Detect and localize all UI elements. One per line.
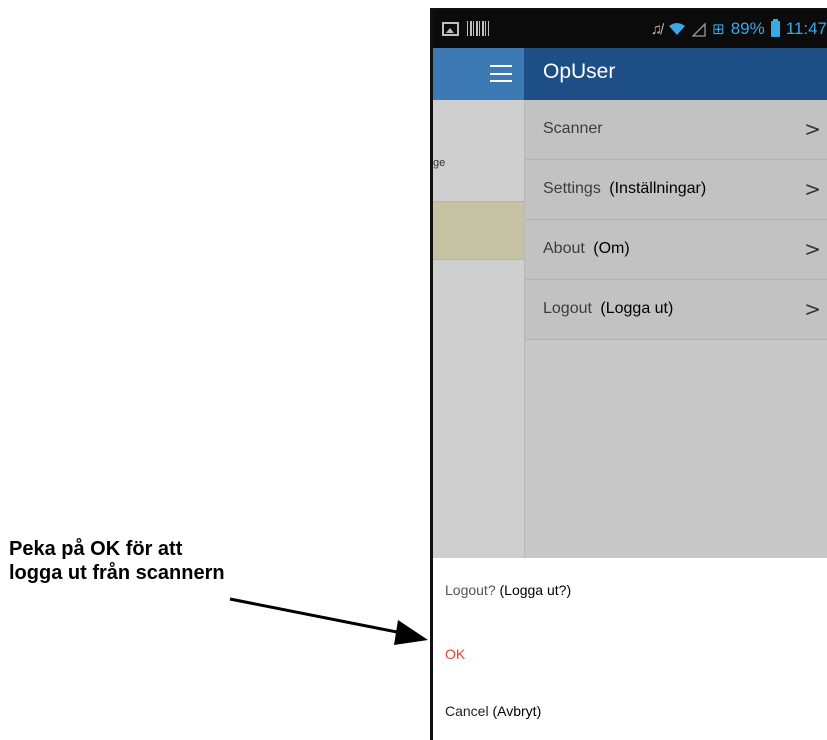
network-icon: ⊞ (712, 21, 725, 38)
cancel-translation: (Avbryt) (492, 703, 542, 719)
wifi-icon (669, 23, 686, 35)
background-partial-text: ge (433, 157, 446, 169)
chevron-right-icon: > (804, 297, 821, 321)
menu-item-label: Settings (543, 180, 601, 197)
battery-percent: 89% (730, 19, 765, 38)
dialog-title-translation: (Logga ut?) (499, 582, 572, 598)
chevron-right-icon: > (804, 177, 821, 201)
menu-item-about[interactable]: About (Om) > (525, 220, 827, 280)
instruction-line-2: logga ut från scannern (9, 562, 225, 584)
battery-icon (770, 19, 780, 37)
background-selected-row (433, 201, 524, 260)
menu-item-settings[interactable]: Settings (Inställningar) > (525, 160, 827, 220)
chevron-right-icon: > (804, 237, 821, 261)
mute-icon: ♫̸ (650, 20, 663, 38)
signal-icon (692, 21, 706, 37)
menu-item-logout[interactable]: Logout (Logga ut) > (525, 280, 827, 340)
barcode-icon (467, 21, 489, 36)
menu-item-translation: (Inställningar) (609, 180, 707, 197)
phone-screen: ♫̸ ⊞ 89% 11:47 OpUser ge Scanner > Setti… (433, 10, 827, 740)
cancel-button[interactable]: Cancel (Avbryt) (445, 703, 541, 719)
phone-frame: ♫̸ ⊞ 89% 11:47 OpUser ge Scanner > Setti… (430, 8, 827, 740)
dialog-title-text: Logout? (445, 582, 496, 598)
instruction-callout: Peka på OK för att logga ut från scanner… (9, 537, 329, 585)
hamburger-menu-icon[interactable] (490, 65, 512, 82)
app-title: OpUser (543, 60, 616, 83)
menu-item-translation: (Om) (593, 240, 630, 257)
app-bar: OpUser (433, 48, 827, 100)
instruction-line-1: Peka på OK för att (9, 538, 183, 560)
app-bar-left-section (433, 48, 524, 100)
image-icon (442, 21, 459, 36)
cancel-label: Cancel (445, 703, 489, 719)
logout-dialog: Logout? (Logga ut?) OK Cancel (Avbryt) (433, 558, 827, 740)
menu-item-translation: (Logga ut) (600, 300, 674, 317)
status-bar: ♫̸ ⊞ 89% 11:47 (433, 10, 827, 48)
clock: 11:47 (785, 19, 827, 38)
ok-button[interactable]: OK (445, 646, 465, 662)
background-content: ge (433, 100, 524, 558)
dialog-title: Logout? (Logga ut?) (445, 582, 571, 598)
chevron-right-icon: > (804, 117, 821, 141)
menu-item-label: Logout (543, 300, 592, 317)
navigation-drawer: Scanner > Settings (Inställningar) > Abo… (524, 100, 827, 558)
menu-item-scanner[interactable]: Scanner > (525, 100, 827, 160)
menu-item-label: About (543, 240, 585, 257)
menu-item-label: Scanner (543, 120, 603, 137)
